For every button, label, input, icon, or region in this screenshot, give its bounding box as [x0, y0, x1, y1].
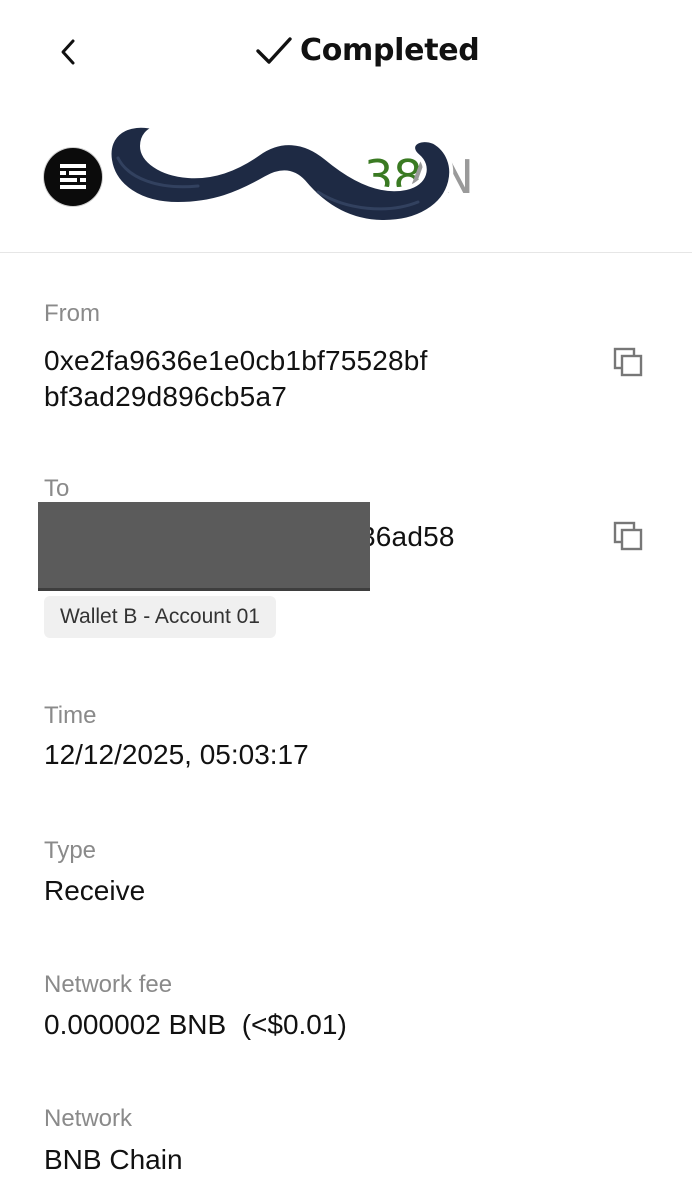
- status-text: Completed: [300, 32, 480, 68]
- copy-icon: [613, 521, 643, 551]
- time-label: Time: [44, 702, 97, 729]
- network-fee-label: Network fee: [44, 971, 173, 998]
- header: Completed: [0, 0, 692, 100]
- type-label: Type: [44, 837, 97, 864]
- copy-to-button[interactable]: [612, 520, 646, 554]
- from-address-line-2: bf3ad29d896cb5a7: [44, 381, 287, 412]
- from-label: From: [44, 300, 100, 327]
- type-value: Receive: [44, 875, 146, 906]
- time-value: 12/12/2025, 05:03:17: [44, 739, 309, 770]
- back-button[interactable]: [48, 32, 88, 72]
- wallet-tag: Wallet B - Account 01: [44, 596, 276, 638]
- transaction-detail-screen: Completed 38 AN Fro: [0, 0, 692, 1200]
- copy-icon: [613, 347, 643, 377]
- network-label: Network: [44, 1105, 133, 1132]
- chevron-left-icon: [61, 39, 75, 65]
- network-value: BNB Chain: [44, 1144, 183, 1175]
- amount-row: 38 AN: [44, 120, 664, 230]
- to-label: To: [44, 475, 70, 502]
- mustache-sticker: [107, 123, 454, 224]
- status-indicator: Completed: [254, 26, 480, 74]
- redaction-box: [38, 502, 370, 588]
- from-address-line-1: 0xe2fa9636e1e0cb1bf75528bf: [44, 345, 428, 376]
- checkmark-icon: [256, 37, 292, 64]
- copy-from-button[interactable]: [612, 346, 646, 380]
- network-fee-value: 0.000002 BNB (<$0.01): [44, 1009, 347, 1040]
- section-divider: [0, 252, 692, 253]
- to-address-suffix: 36ad58: [360, 521, 455, 552]
